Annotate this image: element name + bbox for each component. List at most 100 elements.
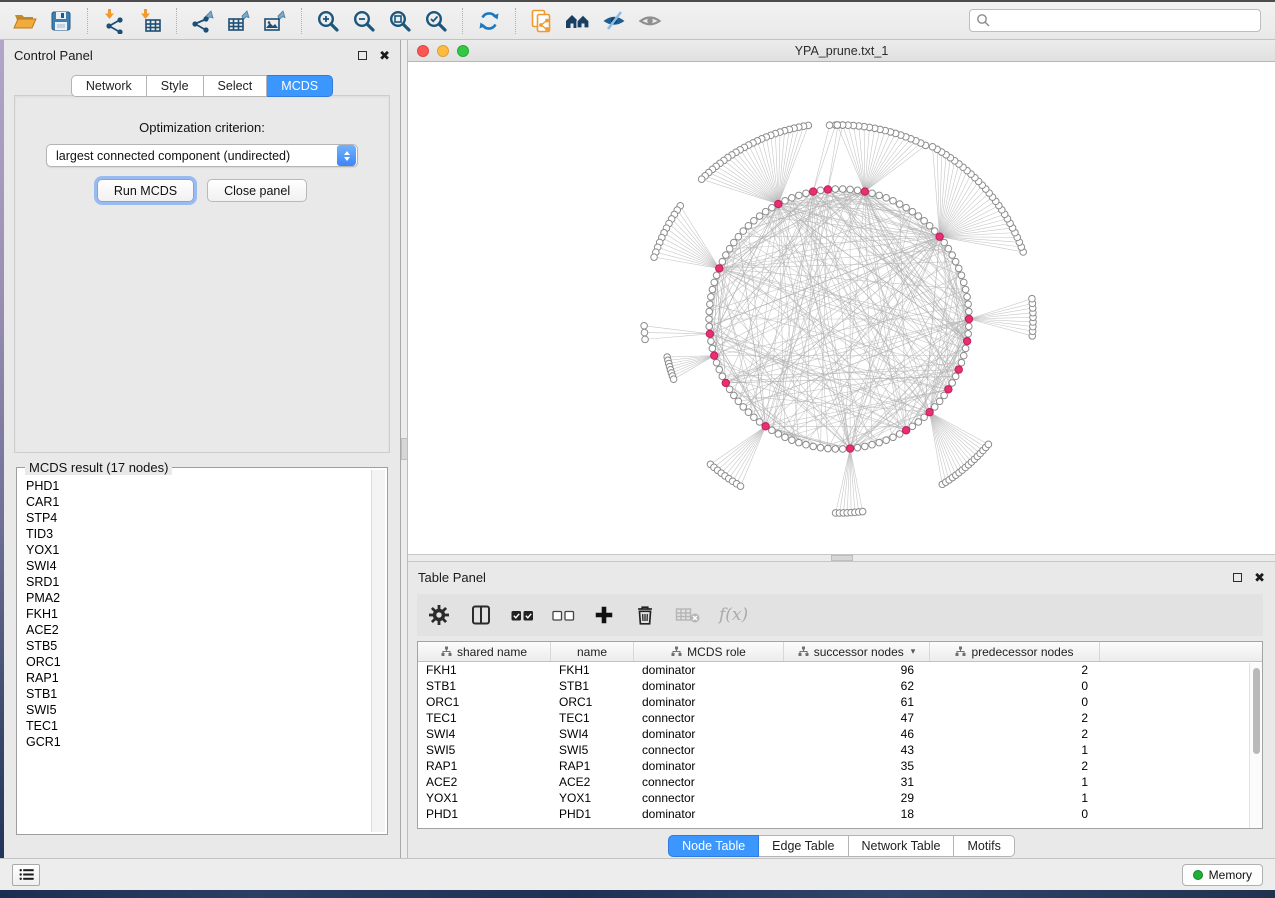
table-cell[interactable]: SWI5 [551,742,634,758]
table-cell[interactable]: ACE2 [418,774,551,790]
float-panel-icon[interactable] [1233,573,1242,582]
delete-table-button[interactable] [675,605,701,625]
close-panel-icon[interactable]: ✖ [1254,571,1265,584]
search-input[interactable] [969,9,1261,32]
table-row[interactable]: ORC1ORC1dominator610 [418,694,1262,710]
table-cell[interactable]: dominator [634,726,784,742]
table-row[interactable]: STB1STB1dominator620 [418,678,1262,694]
column-header-name[interactable]: name [551,642,634,661]
table-cell[interactable] [1100,806,1262,822]
table-row[interactable]: RAP1RAP1dominator352 [418,758,1262,774]
network-view-canvas[interactable] [408,62,1275,554]
mcds-result-item[interactable]: STB1 [19,686,371,702]
zoom-selected-button[interactable] [419,5,453,37]
import-network-button[interactable] [97,5,131,37]
table-mode-button[interactable] [427,603,451,627]
zoom-in-button[interactable] [311,5,345,37]
import-table-button[interactable] [133,5,167,37]
mcds-result-item[interactable]: SWI4 [19,558,371,574]
table-cell[interactable]: PHD1 [551,806,634,822]
mcds-list-scrollbar[interactable] [371,470,385,832]
table-cell[interactable] [1100,710,1262,726]
mcds-result-item[interactable]: ACE2 [19,622,371,638]
table-cell[interactable]: dominator [634,758,784,774]
table-row[interactable]: ACE2ACE2connector311 [418,774,1262,790]
table-cell[interactable]: FKH1 [418,662,551,678]
mcds-result-item[interactable]: TID3 [19,526,371,542]
mcds-result-item[interactable]: TEC1 [19,718,371,734]
mcds-result-item[interactable]: SWI5 [19,702,371,718]
table-cell[interactable]: RAP1 [551,758,634,774]
table-cell[interactable] [1100,758,1262,774]
network-graph[interactable] [408,62,1275,554]
zoom-fit-button[interactable] [383,5,417,37]
table-cell[interactable]: dominator [634,806,784,822]
table-cell[interactable]: 1 [930,790,1100,806]
splitter-handle[interactable] [831,555,853,561]
table-cell[interactable]: YOX1 [418,790,551,806]
export-table-button[interactable] [222,5,256,37]
table-cell[interactable]: 2 [930,726,1100,742]
table-cell[interactable]: 0 [930,678,1100,694]
table-cell[interactable]: connector [634,710,784,726]
run-mcds-button[interactable]: Run MCDS [97,179,194,202]
select-all-button[interactable] [511,609,534,622]
table-cell[interactable]: 2 [930,758,1100,774]
table-cell[interactable]: TEC1 [418,710,551,726]
table-cell[interactable]: 61 [784,694,930,710]
table-cell[interactable]: 47 [784,710,930,726]
tab-network[interactable]: Network [71,75,147,97]
save-session-button[interactable] [44,5,78,37]
table-cell[interactable]: 2 [930,710,1100,726]
table-row[interactable]: FKH1FKH1dominator962 [418,662,1262,678]
tab-select[interactable]: Select [204,75,268,97]
table-cell[interactable]: TEC1 [551,710,634,726]
export-network-button[interactable] [186,5,220,37]
table-cell[interactable]: dominator [634,662,784,678]
table-cell[interactable]: connector [634,790,784,806]
table-cell[interactable] [1100,790,1262,806]
table-cell[interactable]: PHD1 [418,806,551,822]
table-cell[interactable]: STB1 [418,678,551,694]
export-image-button[interactable] [258,5,292,37]
sort-indicator-icon[interactable]: ▾ [911,646,916,657]
horizontal-splitter[interactable] [408,554,1275,562]
column-header-predecessor-nodes[interactable]: predecessor nodes [930,642,1100,661]
zoom-out-button[interactable] [347,5,381,37]
table-row[interactable]: TEC1TEC1connector472 [418,710,1262,726]
mcds-result-item[interactable]: GCR1 [19,734,371,750]
table-cell[interactable]: connector [634,742,784,758]
table-cell[interactable]: 0 [930,694,1100,710]
table-cell[interactable]: 31 [784,774,930,790]
table-cell[interactable]: dominator [634,694,784,710]
table-cell[interactable] [1100,694,1262,710]
table-cell[interactable] [1100,774,1262,790]
table-cell[interactable]: 1 [930,742,1100,758]
close-panel-button[interactable]: Close panel [207,179,307,202]
table-cell[interactable]: ORC1 [551,694,634,710]
table-row[interactable]: SWI5SWI5connector431 [418,742,1262,758]
tab-edge-table[interactable]: Edge Table [759,835,848,857]
column-header-MCDS-role[interactable]: MCDS role [634,642,784,661]
mcds-result-item[interactable]: STP4 [19,510,371,526]
table-scrollbar[interactable] [1249,663,1262,828]
tab-motifs[interactable]: Motifs [954,835,1014,857]
mcds-result-item[interactable]: CAR1 [19,494,371,510]
table-cell[interactable]: 96 [784,662,930,678]
table-cell[interactable]: 1 [930,774,1100,790]
table-cell[interactable]: 35 [784,758,930,774]
column-header-shared-name[interactable]: shared name [418,642,551,661]
mcds-result-item[interactable]: ORC1 [19,654,371,670]
close-panel-icon[interactable]: ✖ [379,49,390,62]
table-cell[interactable]: 43 [784,742,930,758]
table-cell[interactable] [1100,678,1262,694]
table-cell[interactable]: YOX1 [551,790,634,806]
table-cell[interactable] [1100,726,1262,742]
mcds-result-item[interactable]: RAP1 [19,670,371,686]
table-cell[interactable]: ACE2 [551,774,634,790]
tab-network-table[interactable]: Network Table [849,835,955,857]
hide-graphics-details-button[interactable] [597,5,631,37]
table-cell[interactable]: FKH1 [551,662,634,678]
table-cell[interactable]: 29 [784,790,930,806]
table-cell[interactable] [1100,742,1262,758]
